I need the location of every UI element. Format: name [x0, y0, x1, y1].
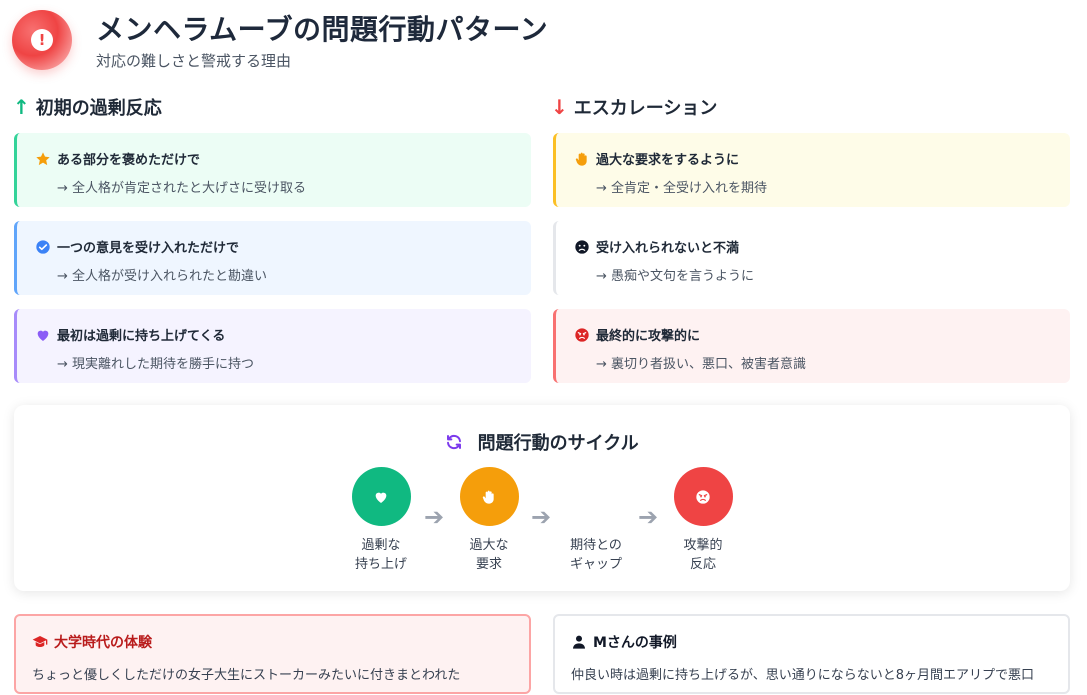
cycle-step-demand: 過大な 要求	[444, 467, 534, 574]
cycle-step-aggression: 攻撃的 反応	[658, 467, 748, 574]
cycle-title: 問題行動のサイクル	[14, 429, 1070, 455]
card-accept-opinion: 一つの意見を受け入れただけで → 全人格が受け入れられたと勘違い	[14, 221, 531, 295]
user-icon	[571, 634, 587, 650]
graduation-cap-icon	[32, 634, 48, 650]
angry-icon	[574, 327, 590, 343]
heart-icon	[351, 467, 411, 526]
card-dissatisfaction: 受け入れられないと不満 → 愚痴や文句を言うように	[553, 221, 1070, 295]
hand-icon	[574, 151, 590, 167]
check-circle-icon	[35, 239, 51, 255]
cycle-step-overpraise: 過剰な 持ち上げ	[336, 467, 426, 574]
cycle-panel: 問題行動のサイクル 過剰な 持ち上げ ➔ 過大な 要求 ➔ 期待との ギャップ …	[14, 405, 1070, 591]
star-icon	[35, 151, 51, 167]
arrow-down-icon: ↓	[551, 95, 568, 119]
arrow-up-icon: ↑	[13, 95, 30, 119]
arrow-right-icon: ➔	[531, 503, 552, 531]
page-title: メンヘラムーブの問題行動パターン	[96, 13, 549, 46]
case-university: 大学時代の体験 ちょっと優しくしただけの女子大生にストーカーみたいに付きまとわれ…	[14, 614, 531, 694]
left-column-title: ↑ 初期の過剰反応	[13, 95, 162, 119]
heart-icon	[35, 327, 51, 343]
right-column-title: ↓ エスカレーション	[551, 95, 718, 119]
angry-icon	[673, 467, 733, 526]
cycle-step-gap: 期待との ギャップ	[569, 538, 622, 572]
card-aggressive: 最終的に攻撃的に → 裏切り者扱い、悪口、被害者意識	[553, 309, 1070, 383]
page-header: ! メンヘラムーブの問題行動パターン 対応の難しさと警戒する理由	[12, 10, 548, 71]
arrow-right-icon: ➔	[424, 503, 445, 531]
sync-icon	[445, 433, 469, 454]
card-overpraise: 最初は過剰に持ち上げてくる → 現実離れした期待を勝手に持つ	[14, 309, 531, 383]
case-m-san: Mさんの事例 仲良い時は過剰に持ち上げるが、思い通りにならないと8ヶ月間エアリプ…	[553, 614, 1070, 694]
hand-icon	[459, 467, 519, 526]
frown-icon	[574, 239, 590, 255]
card-praise: ある部分を褒めただけで → 全人格が肯定されたと大げさに受け取る	[14, 133, 531, 207]
page-subtitle: 対応の難しさと警戒する理由	[96, 52, 292, 70]
arrow-right-icon: ➔	[638, 503, 659, 531]
card-excessive-demands: 過大な要求をするように → 全肯定・全受け入れを期待	[553, 133, 1070, 207]
alert-icon: !	[12, 10, 72, 70]
